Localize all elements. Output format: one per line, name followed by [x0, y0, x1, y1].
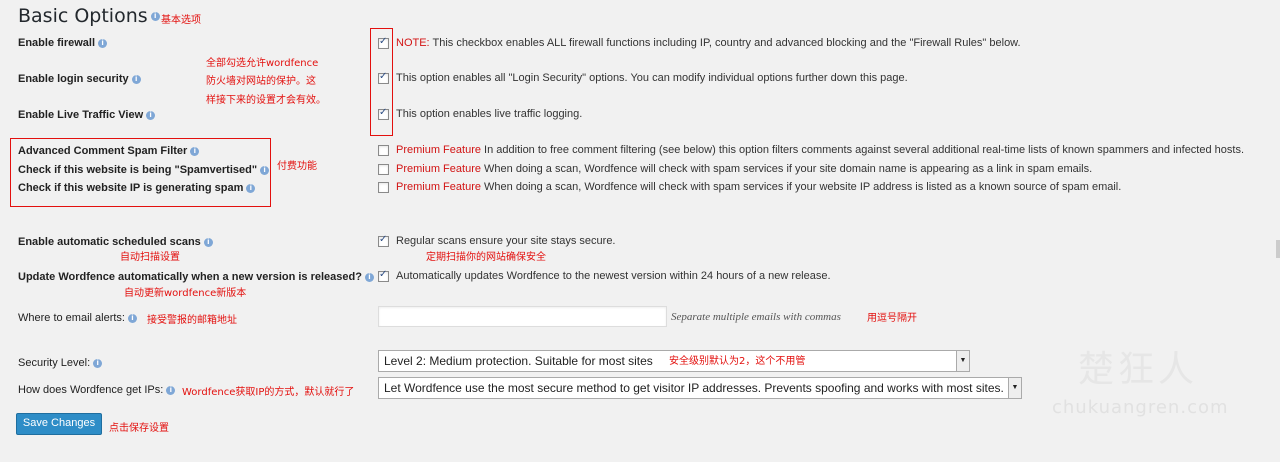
- annotation-scans: 自动扫描设置: [120, 252, 180, 263]
- get-ips-select[interactable]: Let Wordfence use the most secure method…: [378, 377, 1022, 399]
- ip-spam-description: Premium Feature When doing a scan, Wordf…: [396, 181, 1121, 193]
- description-text: This checkbox enables ALL firewall funct…: [429, 37, 1021, 49]
- label-scheduled-scans: Enable automatic scheduled scans i: [18, 236, 213, 248]
- annotation-firewall-line1: 全部勾选允许wordfence: [206, 58, 319, 69]
- checkmark-icon: ✓: [379, 269, 388, 280]
- scrollbar[interactable]: [1276, 240, 1280, 258]
- label-login-security: Enable login security i: [18, 73, 141, 85]
- label-text: Check if this website is being "Spamvert…: [18, 164, 258, 176]
- live-traffic-description: This option enables live traffic logging…: [396, 108, 583, 120]
- info-icon[interactable]: i: [190, 146, 200, 156]
- page-title-text: Basic Options: [18, 5, 148, 27]
- label-get-ips: How does Wordfence get IPs: i: [18, 384, 176, 396]
- annotation-save: 点击保存设置: [109, 423, 169, 434]
- label-text: Where to email alerts:: [18, 312, 125, 324]
- annotation-scans-desc: 定期扫描你的网站确保安全: [426, 252, 546, 263]
- checkmark-icon: ✓: [379, 71, 388, 82]
- info-icon[interactable]: i: [93, 358, 103, 368]
- watermark-logo: 楚狂人: [1078, 349, 1199, 390]
- page-title: Basic Options i: [18, 5, 160, 27]
- info-icon[interactable]: i: [146, 110, 156, 120]
- label-live-traffic: Enable Live Traffic View i: [18, 109, 156, 121]
- spamvertised-checkbox[interactable]: [378, 164, 389, 175]
- label-security-level: Security Level: i: [18, 357, 103, 369]
- label-spamvertised: Check if this website is being "Spamvert…: [18, 164, 270, 176]
- premium-feature-link[interactable]: Premium Feature: [396, 181, 481, 193]
- info-icon[interactable]: i: [127, 313, 137, 323]
- login-security-description: This option enables all "Login Security"…: [396, 72, 908, 84]
- annotation-premium: 付费功能: [277, 161, 317, 172]
- annotation-email: 接受警报的邮箱地址: [147, 315, 237, 326]
- annotation-auto-update: 自动更新wordfence新版本: [124, 288, 247, 299]
- checkmark-icon: ✓: [379, 234, 388, 245]
- triangle-down-icon[interactable]: ▼: [956, 351, 969, 371]
- firewall-checkbox[interactable]: ✓: [378, 36, 389, 49]
- comment-spam-description: Premium Feature In addition to free comm…: [396, 144, 1244, 156]
- checkmark-icon: ✓: [379, 36, 388, 47]
- premium-feature-link[interactable]: Premium Feature: [396, 144, 481, 156]
- annotation-email-hint: 用逗号隔开: [867, 313, 917, 324]
- login-security-checkbox[interactable]: ✓: [378, 71, 389, 84]
- email-hint: Separate multiple emails with commas: [671, 311, 841, 323]
- info-icon[interactable]: i: [98, 38, 108, 48]
- label-text: Enable login security: [18, 73, 129, 85]
- email-alerts-input[interactable]: [378, 306, 667, 327]
- info-icon[interactable]: i: [260, 165, 270, 175]
- description-text: In addition to free comment filtering (s…: [480, 144, 1245, 156]
- label-text: How does Wordfence get IPs:: [18, 384, 164, 396]
- label-text: Update Wordfence automatically when a ne…: [18, 271, 362, 283]
- annotation-get-ips: Wordfence获取IP的方式，默认就行了: [182, 387, 355, 398]
- label-text: Enable automatic scheduled scans: [18, 236, 201, 248]
- scheduled-scans-checkbox[interactable]: ✓: [378, 234, 389, 247]
- scheduled-scans-description: Regular scans ensure your site stays sec…: [396, 235, 616, 247]
- premium-feature-link[interactable]: Premium Feature: [396, 163, 481, 175]
- watermark-domain: chukuangren.com: [1052, 397, 1229, 418]
- save-changes-button[interactable]: Save Changes: [16, 413, 102, 435]
- info-icon[interactable]: i: [364, 272, 374, 282]
- label-text: Security Level:: [18, 357, 91, 369]
- label-enable-firewall: Enable firewall i: [18, 37, 108, 49]
- label-text: Enable Live Traffic View: [18, 109, 144, 121]
- label-email-alerts: Where to email alerts: i: [18, 312, 137, 324]
- security-level-selected: Level 2: Medium protection. Suitable for…: [384, 354, 653, 368]
- annotation-title: 基本选项: [161, 15, 201, 26]
- info-icon[interactable]: i: [203, 237, 213, 247]
- firewall-description: NOTE: This checkbox enables ALL firewall…: [396, 37, 1021, 49]
- auto-update-checkbox[interactable]: ✓: [378, 269, 389, 282]
- auto-update-description: Automatically updates Wordfence to the n…: [396, 270, 831, 282]
- info-icon[interactable]: i: [246, 183, 256, 193]
- label-auto-update: Update Wordfence automatically when a ne…: [18, 271, 374, 283]
- info-icon[interactable]: i: [131, 74, 141, 84]
- info-icon[interactable]: i: [150, 12, 160, 21]
- description-text: When doing a scan, Wordfence will check …: [480, 181, 1122, 193]
- comment-spam-checkbox[interactable]: [378, 145, 389, 156]
- live-traffic-checkbox[interactable]: ✓: [378, 107, 389, 120]
- ip-spam-checkbox[interactable]: [378, 182, 389, 193]
- label-text: Advanced Comment Spam Filter: [18, 145, 188, 157]
- annotation-security-level: 安全级别默认为2，这个不用管: [669, 356, 806, 367]
- info-icon[interactable]: i: [166, 385, 176, 395]
- description-text: When doing a scan, Wordfence will check …: [480, 163, 1093, 175]
- annotation-firewall-line2: 防火墙对网站的保护。这: [206, 76, 316, 87]
- triangle-down-icon[interactable]: ▼: [1008, 378, 1021, 398]
- label-ip-spam: Check if this website IP is generating s…: [18, 182, 256, 194]
- label-comment-spam: Advanced Comment Spam Filter i: [18, 145, 200, 157]
- label-text: Enable firewall: [18, 37, 96, 49]
- label-text: Check if this website IP is generating s…: [18, 182, 244, 194]
- checkmark-icon: ✓: [379, 107, 388, 118]
- get-ips-selected: Let Wordfence use the most secure method…: [384, 381, 1004, 395]
- annotation-firewall-line3: 样接下来的设置才会有效。: [206, 95, 326, 106]
- note-label: NOTE:: [396, 37, 430, 49]
- spamvertised-description: Premium Feature When doing a scan, Wordf…: [396, 163, 1092, 175]
